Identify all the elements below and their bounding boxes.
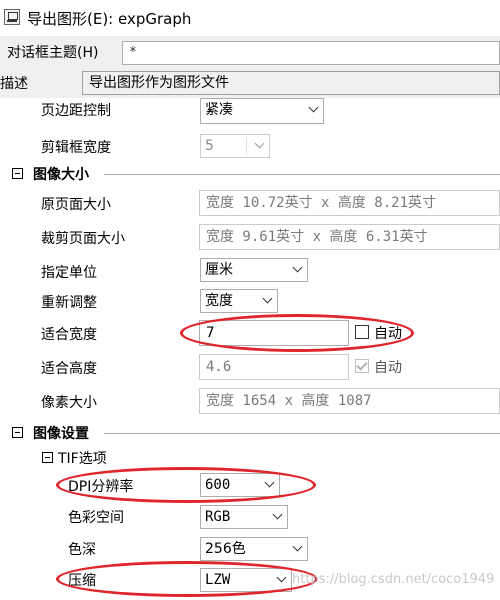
color-space-select[interactable]: RGB xyxy=(200,505,288,529)
collapse-image-settings-icon[interactable] xyxy=(12,427,23,438)
unit-select[interactable]: 厘米 xyxy=(200,258,308,282)
window-title: 导出图形(E): expGraph xyxy=(27,10,192,28)
theme-input[interactable]: * xyxy=(122,41,500,65)
clip-width-spinner: 5 xyxy=(200,134,270,158)
collapse-tif-icon[interactable] xyxy=(42,452,53,463)
fit-height-auto-checkbox xyxy=(355,359,369,373)
pixel-size-label: 像素大小 xyxy=(41,395,97,411)
crop-size-label: 裁剪页面大小 xyxy=(41,231,125,247)
margin-row: 页边距控制 紧凑 xyxy=(0,98,500,128)
annotation-ellipse-fit-width xyxy=(180,314,414,352)
margin-label: 页边距控制 xyxy=(41,103,111,119)
tif-options-label: TIF选项 xyxy=(58,451,107,467)
color-space-select-value: RGB xyxy=(205,509,231,525)
chevron-down-icon xyxy=(272,509,283,520)
original-size-label: 原页面大小 xyxy=(41,197,111,213)
color-depth-select[interactable]: 256色 xyxy=(200,537,308,561)
chevron-down-icon xyxy=(292,541,303,552)
collapse-image-size-icon[interactable] xyxy=(12,168,23,179)
chevron-down-icon xyxy=(292,262,303,273)
description-field: 导出图形作为图形文件 xyxy=(82,71,500,95)
rescale-select[interactable]: 宽度 xyxy=(200,289,278,313)
margin-select[interactable]: 紧凑 xyxy=(200,98,324,124)
title-bar: 导出图形(E): expGraph xyxy=(0,0,500,36)
dialog-header: 对话框主题(H) * 描述 导出图形作为图形文件 xyxy=(0,36,500,98)
image-settings-group-label: 图像设置 xyxy=(33,426,89,442)
crop-size-field: 宽度 9.61英寸 x 高度 6.31英寸 xyxy=(199,224,500,250)
image-size-group-label: 图像大小 xyxy=(33,167,89,183)
color-depth-select-value: 256色 xyxy=(205,541,246,557)
divider xyxy=(104,433,500,434)
annotation-ellipse-compression xyxy=(56,561,318,597)
pixel-size-field: 宽度 1654 x 高度 1087 xyxy=(199,388,500,414)
chevron-down-icon xyxy=(308,102,319,113)
fit-height-label: 适合高度 xyxy=(41,361,97,377)
app-icon xyxy=(4,9,20,25)
description-label: 描述 xyxy=(0,76,28,92)
clip-width-value: 5 xyxy=(205,138,214,154)
unit-select-value: 厘米 xyxy=(205,262,233,278)
unit-label: 指定单位 xyxy=(41,265,97,281)
rescale-label: 重新调整 xyxy=(41,295,97,311)
annotation-ellipse-dpi xyxy=(56,467,316,503)
watermark-text: https://blog.csdn.net/coco1949 xyxy=(292,572,495,587)
margin-select-value: 紧凑 xyxy=(205,102,233,118)
fit-height-auto-label: 自动 xyxy=(374,360,402,376)
fit-width-label: 适合宽度 xyxy=(41,327,97,343)
chevron-down-icon xyxy=(262,293,273,304)
color-space-label: 色彩空间 xyxy=(68,510,124,526)
divider xyxy=(104,174,500,175)
clip-width-label: 剪辑框宽度 xyxy=(41,140,111,156)
fit-height-input: 4.6 xyxy=(199,354,349,380)
original-size-field: 宽度 10.72英寸 x 高度 8.21英寸 xyxy=(199,190,500,216)
chevron-down-icon xyxy=(254,138,265,149)
theme-label: 对话框主题(H) xyxy=(7,45,99,61)
rescale-select-value: 宽度 xyxy=(205,293,233,309)
color-depth-label: 色深 xyxy=(68,542,96,558)
